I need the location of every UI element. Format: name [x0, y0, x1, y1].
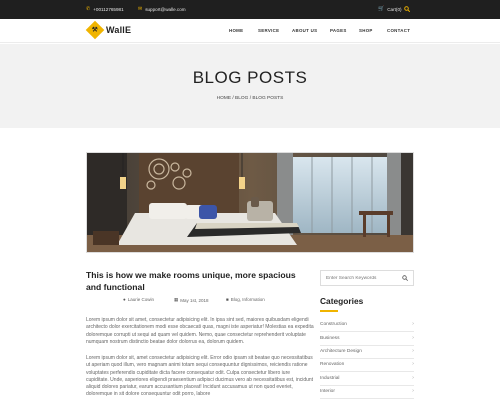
logo[interactable]: ⚒ WallE [85, 20, 132, 40]
chevron-right-icon: › [412, 375, 414, 381]
category-construction[interactable]: Construction › [320, 318, 414, 332]
page-title: BLOG POSTS [192, 68, 308, 87]
top-bar: ✆ +00112765981 ✉ support@walle.com 🛒 Car… [0, 0, 500, 19]
post-date: ▦ May 1st, 2018 [174, 297, 209, 303]
logo-icon: ⚒ [85, 20, 105, 40]
category-label: Industrial [320, 376, 340, 381]
search-icon[interactable] [402, 274, 408, 283]
category-renovation[interactable]: Renovation › [320, 358, 414, 372]
heading-underline [320, 310, 338, 312]
nav-about-us[interactable]: ABOUT US [292, 28, 317, 33]
category-label: Renovation [320, 362, 345, 367]
chevron-right-icon: › [412, 335, 414, 341]
nav-contact[interactable]: CONTACT [387, 28, 410, 33]
logo-text: WallE [106, 25, 132, 35]
email-address: support@walle.com [145, 7, 186, 12]
post-title[interactable]: This is how we make rooms unique, more s… [86, 269, 312, 293]
post-author[interactable]: ● Laurie Cowin [123, 297, 154, 302]
search-icon[interactable] [404, 5, 410, 14]
search-input[interactable] [326, 274, 400, 283]
email-contact[interactable]: ✉ support@walle.com [138, 6, 186, 13]
calendar-icon: ▦ [174, 297, 179, 302]
site-header: ⚒ WallE HOME SERVICE ABOUT US PAGES SHOP… [0, 19, 500, 43]
author-name: Laurie Cowin [127, 297, 154, 302]
cart-icon: 🛒 [378, 5, 385, 12]
post-paragraph: Lorem ipsum dolor sit amet, consectetur … [86, 317, 314, 345]
folder-icon: ■ [226, 297, 229, 302]
nav-pages[interactable]: PAGES [330, 28, 347, 33]
category-business[interactable]: Business › [320, 332, 414, 346]
page-banner: BLOG POSTS HOME / BLOG / BLOG POSTS [0, 44, 500, 128]
chevron-right-icon: › [412, 388, 414, 394]
chevron-right-icon: › [412, 321, 414, 327]
cart-label: Cart(0) [387, 6, 402, 12]
cart-button[interactable]: 🛒 Cart(0) [378, 5, 402, 12]
chevron-right-icon: › [412, 348, 414, 354]
breadcrumb[interactable]: HOME / BLOG / BLOG POSTS [0, 96, 500, 101]
post-paragraph: Lorem ipsum dolor sit, amet consectetur … [86, 355, 314, 398]
user-icon: ● [123, 297, 126, 302]
nav-shop[interactable]: SHOP [359, 28, 373, 33]
bedroom-photo [87, 153, 413, 252]
envelope-icon: ✉ [138, 6, 143, 12]
categories-text: Blog, Information [230, 297, 265, 302]
category-label: Construction [320, 322, 347, 327]
sidebar-search [320, 270, 414, 286]
category-industrial[interactable]: Industrial › [320, 372, 414, 386]
chevron-right-icon: › [412, 361, 414, 367]
phone-contact[interactable]: ✆ +00112765981 [86, 6, 124, 13]
category-label: Architecture Design [320, 349, 362, 354]
nav-home[interactable]: HOME [229, 28, 243, 33]
phone-icon: ✆ [86, 6, 91, 12]
category-label: Business [320, 336, 340, 341]
categories-heading: Categories [320, 296, 364, 306]
post-featured-image[interactable] [86, 152, 414, 253]
date-text: May 1st, 2018 [180, 297, 209, 303]
phone-number: +00112765981 [93, 7, 124, 12]
category-interior[interactable]: Interior › [320, 385, 414, 399]
category-architecture-design[interactable]: Architecture Design › [320, 345, 414, 359]
category-label: Interior [320, 389, 335, 394]
post-categories[interactable]: ■ Blog, Information [226, 297, 265, 302]
nav-service[interactable]: SERVICE [258, 28, 279, 33]
